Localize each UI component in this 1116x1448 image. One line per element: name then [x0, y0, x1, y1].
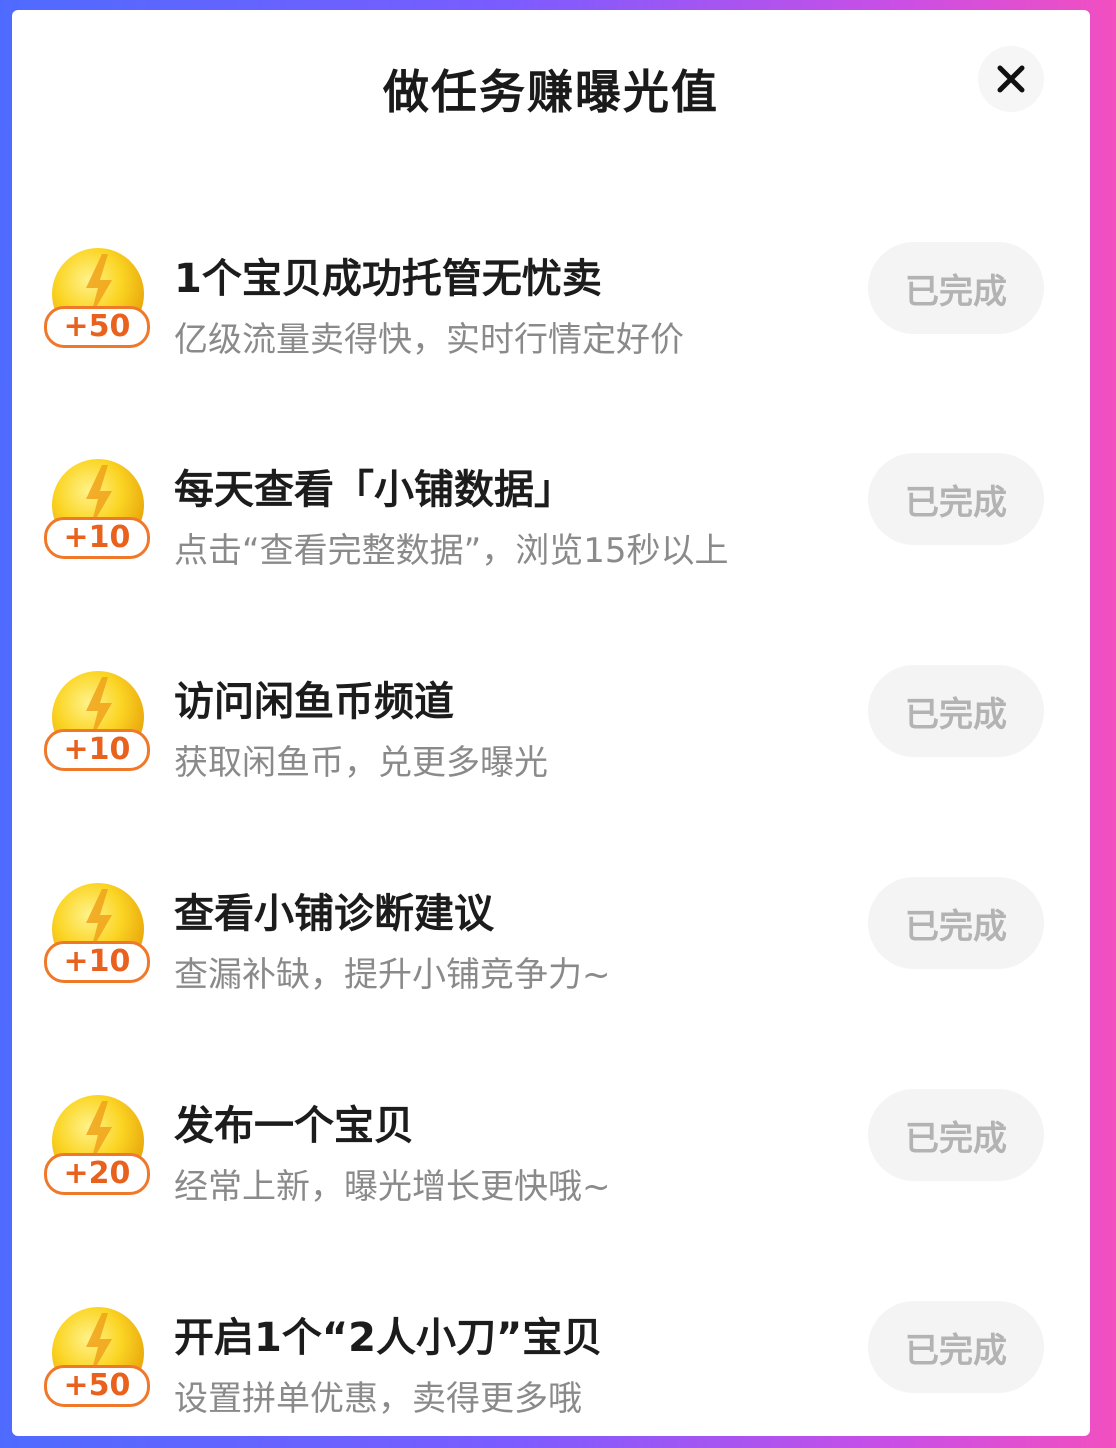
task-title: 查看小铺诊断建议 — [174, 891, 494, 937]
points-badge: +10 — [44, 941, 150, 983]
panel-title: 做任务赚曝光值 — [383, 65, 719, 119]
task-title: 每天查看「小铺数据」 — [174, 467, 574, 513]
reward-coin: +10 — [44, 881, 150, 991]
task-description: 获取闲鱼币，兑更多曝光 — [174, 743, 548, 783]
task-panel: 做任务赚曝光值 +50 1个宝贝成功托管无忧卖 亿级流量卖得快，实时行情定好价 … — [12, 10, 1090, 1436]
completed-button[interactable]: 已完成 — [868, 1301, 1044, 1393]
task-item: +10 查看小铺诊断建议 查漏补缺，提升小铺竞争力~ 已完成 — [12, 877, 1090, 1041]
task-item: +20 发布一个宝贝 经常上新，曝光增长更快哦~ 已完成 — [12, 1089, 1090, 1253]
reward-coin: +10 — [44, 457, 150, 567]
completed-button[interactable]: 已完成 — [868, 242, 1044, 334]
close-button[interactable] — [978, 46, 1044, 112]
points-badge: +50 — [44, 306, 150, 348]
reward-coin: +50 — [44, 246, 150, 356]
task-description: 设置拼单优惠，卖得更多哦 — [174, 1379, 582, 1419]
points-badge: +20 — [44, 1153, 150, 1195]
task-item: +50 开启1个“2人小刀”宝贝 设置拼单优惠，卖得更多哦 已完成 — [12, 1301, 1090, 1436]
points-badge: +50 — [44, 1365, 150, 1407]
points-badge: +10 — [44, 729, 150, 771]
completed-button[interactable]: 已完成 — [868, 1089, 1044, 1181]
task-title: 访问闲鱼币频道 — [174, 679, 454, 725]
reward-coin: +50 — [44, 1305, 150, 1415]
completed-button[interactable]: 已完成 — [868, 877, 1044, 969]
task-description: 经常上新，曝光增长更快哦~ — [174, 1167, 611, 1207]
close-icon — [997, 65, 1025, 93]
reward-coin: +10 — [44, 669, 150, 779]
task-description: 查漏补缺，提升小铺竞争力~ — [174, 955, 611, 995]
task-item: +10 每天查看「小铺数据」 点击“查看完整数据”，浏览15秒以上 已完成 — [12, 453, 1090, 617]
task-title: 发布一个宝贝 — [174, 1103, 414, 1149]
points-badge: +10 — [44, 517, 150, 559]
reward-coin: +20 — [44, 1093, 150, 1203]
completed-button[interactable]: 已完成 — [868, 665, 1044, 757]
completed-button[interactable]: 已完成 — [868, 453, 1044, 545]
task-description: 点击“查看完整数据”，浏览15秒以上 — [174, 531, 729, 571]
task-item: +10 访问闲鱼币频道 获取闲鱼币，兑更多曝光 已完成 — [12, 665, 1090, 829]
task-description: 亿级流量卖得快，实时行情定好价 — [174, 320, 684, 360]
task-title: 1个宝贝成功托管无忧卖 — [174, 256, 602, 302]
task-title: 开启1个“2人小刀”宝贝 — [174, 1315, 603, 1361]
task-item: +50 1个宝贝成功托管无忧卖 亿级流量卖得快，实时行情定好价 已完成 — [12, 242, 1090, 406]
